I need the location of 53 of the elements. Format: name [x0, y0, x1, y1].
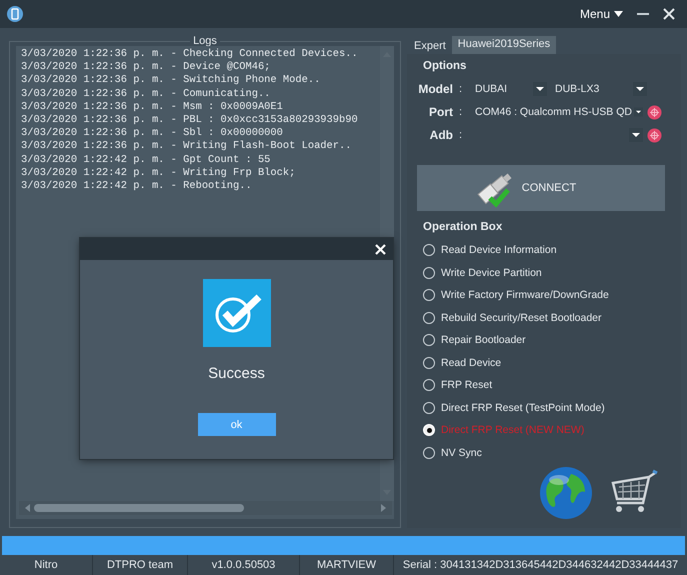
operation-radio[interactable]: Write Factory Firmware/DownGrade	[423, 284, 673, 306]
status-cell: Nitro	[0, 555, 93, 575]
log-line: 3/03/2020 1:22:42 p. m. - Rebooting..	[21, 180, 253, 194]
log-line: 3/03/2020 1:22:42 p. m. - Writing Frp Block;	[21, 166, 296, 180]
section-title: Options	[423, 60, 468, 72]
caret-icon	[614, 11, 623, 17]
close-icon[interactable]	[663, 8, 675, 20]
caret-icon	[629, 128, 643, 142]
log-line: 3/03/2020 1:22:36 p. m. - Writing Flash-Boot Loader..	[21, 140, 352, 154]
operation-radio[interactable]: Read Device	[423, 352, 673, 374]
status-cell-text: Serial : 304131342D313645442D344632442D33444437	[402, 558, 680, 573]
operation-radio[interactable]: Rebuild Security/Reset Bootloader	[423, 306, 673, 329]
tab[interactable]: Huawei2019Series	[452, 36, 556, 54]
status-cell: DTPRO team	[93, 555, 188, 575]
section-title: Operation Box	[423, 221, 504, 233]
caret-icon	[634, 105, 643, 119]
operation-radio[interactable]: NV Sync	[423, 442, 673, 464]
status-cell: v1.0.0.50503	[188, 555, 300, 575]
tab[interactable]: Expert	[410, 36, 450, 54]
log-line: 3/03/2020 1:22:36 p. m. - Checking Connected Devices..	[21, 48, 359, 62]
caret-icon	[633, 82, 647, 96]
variant-dropdown[interactable]: DUB-LX3	[555, 82, 647, 96]
log-line: 3/03/2020 1:22:36 p. m. - Sbl : 0x00000000	[21, 127, 284, 140]
operation-radio[interactable]: Write Device Partition	[423, 262, 673, 284]
connect-button[interactable]: CONNECT	[417, 165, 665, 211]
refresh-button-icon[interactable]	[647, 128, 662, 142]
menu-button[interactable]: Menu	[580, 7, 623, 21]
log-line: 3/03/2020 1:22:36 p. m. - Switching Phone Mode..	[21, 74, 322, 88]
globe-icon[interactable]	[539, 466, 593, 520]
field-label: Adb	[428, 128, 454, 142]
colon: :	[459, 129, 464, 141]
field-label: Port	[428, 105, 454, 119]
operation-radio[interactable]: Direct FRP Reset (TestPoint Mode)	[423, 396, 673, 419]
phone-icon	[7, 6, 23, 22]
model-dropdown[interactable]: DUBAI	[475, 82, 547, 96]
field-label: Model	[417, 82, 454, 96]
operation-radio[interactable]: Repair Bootloader	[423, 329, 673, 352]
operation-radio[interactable]: FRP Reset	[423, 374, 673, 396]
minimize-icon[interactable]	[637, 12, 649, 16]
status-cell: MARTVIEW	[300, 555, 394, 575]
success-message: Success	[208, 365, 265, 382]
logs-title: Logs	[192, 36, 218, 46]
colon: :	[459, 83, 464, 95]
operation-radio[interactable]: Read Device Information	[423, 239, 673, 262]
log-line: 3/03/2020 1:22:36 p. m. - PBL : 0x0xcc3153a80293939b90	[21, 114, 359, 128]
log-line: 3/03/2020 1:22:42 p. m. - Gpt Count : 55	[21, 154, 272, 167]
caret-icon	[533, 82, 547, 96]
log-line: 3/03/2020 1:22:36 p. m. - Device @COM46;	[21, 61, 272, 74]
refresh-button-icon[interactable]	[647, 104, 662, 120]
colon: :	[459, 106, 464, 118]
port-dropdown[interactable]: COM46 : Qualcomm HS-USB QD	[475, 105, 643, 119]
log-line: 3/03/2020 1:22:36 p. m. - Comunicating..	[21, 88, 272, 101]
log-line: 3/03/2020 1:22:36 p. m. - Msm : 0x0009A0E1	[21, 100, 284, 114]
